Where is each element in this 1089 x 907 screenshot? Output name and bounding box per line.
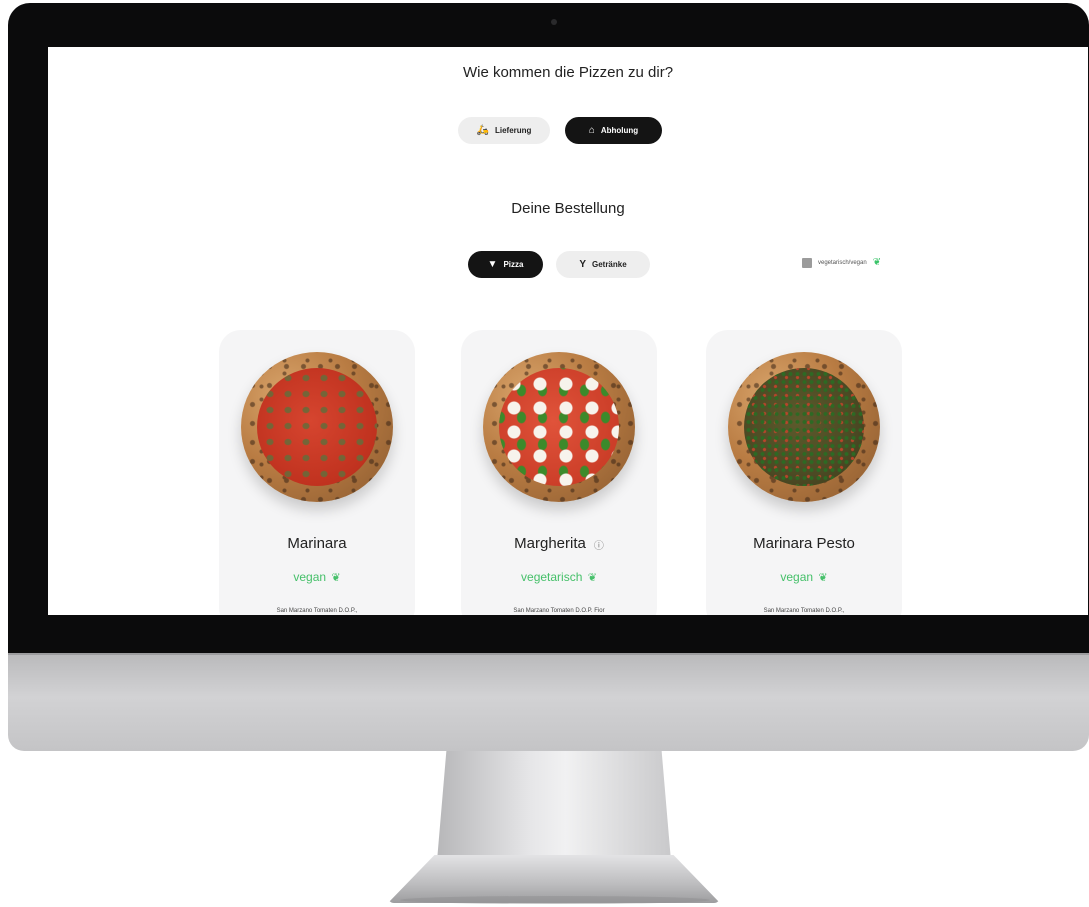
order-title: Deine Bestellung bbox=[511, 200, 625, 217]
product-name: Marinara Pesto bbox=[753, 535, 855, 552]
veg-filter-checkbox[interactable] bbox=[802, 257, 812, 268]
tab-getraenke[interactable]: Y Getränke bbox=[556, 251, 650, 278]
screen: Wie kommen die Pizzen zu dir? 🛵 Lieferun… bbox=[48, 47, 1088, 615]
pizza-image bbox=[728, 352, 880, 502]
cocktail-glass-icon: Y bbox=[579, 258, 586, 270]
monitor-chin bbox=[8, 653, 1089, 751]
delivery-option-abholung[interactable]: ⌂ Abholung bbox=[565, 117, 662, 144]
product-card-marinara-pesto[interactable]: Marinara Pesto vegan ❦ San Marzano Tomat… bbox=[706, 330, 902, 615]
product-description: San Marzano Tomaten D.O.P., bbox=[763, 608, 845, 614]
webcam-dot bbox=[551, 19, 557, 25]
product-card-margherita[interactable]: Margherita ⓘ vegetarisch ❦ San Marzano To… bbox=[461, 330, 657, 615]
product-card-marinara[interactable]: Marinara vegan ❦ San Marzano Tomaten D.O… bbox=[219, 330, 415, 615]
delivery-option-lieferung[interactable]: 🛵 Lieferung bbox=[458, 117, 550, 144]
tab-label: Getränke bbox=[591, 260, 627, 269]
delivery-option-label: Lieferung bbox=[495, 126, 532, 135]
delivery-question: Wie kommen die Pizzen zu dir? bbox=[462, 64, 674, 81]
product-tag: vegan ❦ bbox=[293, 570, 341, 584]
info-icon[interactable]: ⓘ bbox=[594, 541, 604, 552]
pizza-image bbox=[241, 352, 393, 502]
tab-label: Pizza bbox=[503, 260, 524, 269]
leaf-icon: ❦ bbox=[331, 572, 341, 584]
basket-icon: ⌂ bbox=[588, 124, 595, 136]
veg-filter-label: vegetarisch/vegan bbox=[818, 259, 867, 266]
leaf-icon: ❦ bbox=[587, 572, 597, 584]
veg-filter[interactable]: vegetarisch/vegan ❦ bbox=[802, 257, 881, 268]
product-tag: vegan ❦ bbox=[780, 570, 828, 584]
product-name: Marinara bbox=[287, 535, 347, 552]
delivery-option-label: Abholung bbox=[600, 126, 639, 135]
product-tag: vegetarisch ❦ bbox=[521, 570, 597, 584]
leaf-icon: ❦ bbox=[872, 257, 882, 268]
pizza-icon: ▼ bbox=[487, 258, 498, 270]
monitor-stand bbox=[437, 751, 671, 861]
pizza-image bbox=[483, 352, 635, 502]
scooter-icon: 🛵 bbox=[476, 124, 489, 136]
product-name: Margherita ⓘ bbox=[514, 535, 604, 552]
product-description: San Marzano Tomaten D.O.P., bbox=[276, 608, 358, 614]
product-description: San Marzano Tomaten D.O.P. Fior bbox=[513, 608, 605, 614]
leaf-icon: ❦ bbox=[818, 572, 828, 584]
tab-pizza[interactable]: ▼ Pizza bbox=[468, 251, 543, 278]
stand-shadow bbox=[400, 896, 710, 904]
